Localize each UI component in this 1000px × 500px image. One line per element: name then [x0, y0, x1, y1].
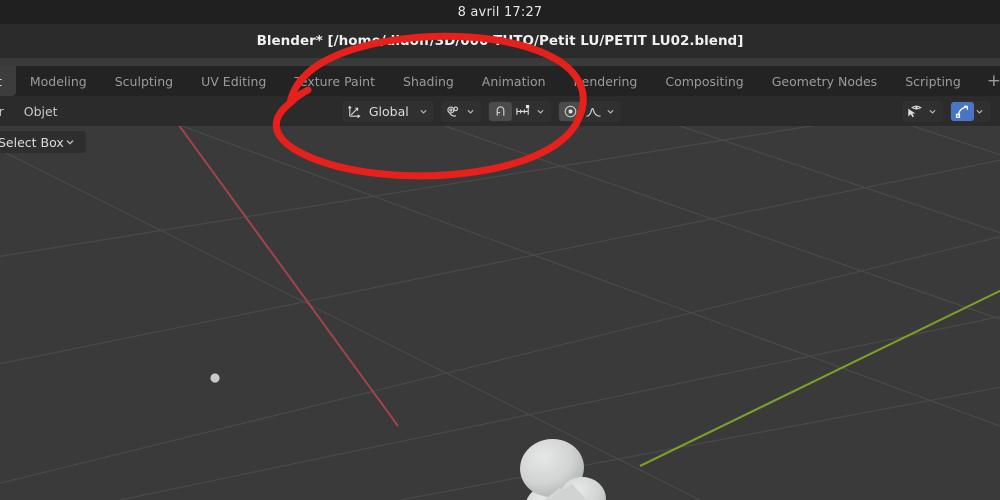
workspace-tab-geometry-nodes[interactable]: Geometry Nodes: [758, 66, 891, 96]
chevron-down-icon[interactable]: [927, 107, 942, 116]
x-axis-line: [178, 126, 399, 427]
menu-object[interactable]: Objet: [14, 104, 68, 119]
tab-label: Texture Paint: [294, 73, 376, 89]
menu-add[interactable]: ter: [0, 104, 14, 119]
workspace-tab-animation[interactable]: Animation: [468, 66, 560, 96]
gizmo-icon[interactable]: [951, 101, 975, 121]
transform-orientation-icon: [343, 102, 366, 121]
transform-orientation-value: Global: [368, 103, 409, 119]
chevron-down-icon[interactable]: [605, 107, 620, 116]
snapping-magnet-group[interactable]: [440, 100, 481, 122]
workspace-tab-compositing[interactable]: Compositing: [651, 66, 757, 96]
tab-label: Modeling: [29, 73, 87, 89]
snap-increment-icon[interactable]: [512, 102, 535, 121]
tab-label: UV Editing: [201, 73, 267, 89]
snap-magnet-toggle-icon[interactable]: [488, 101, 512, 121]
tab-label: Geometry Nodes: [771, 73, 878, 89]
add-workspace-button[interactable]: +: [975, 66, 1000, 96]
os-clock[interactable]: 8 avril 17:27: [458, 5, 543, 20]
smooth-falloff-icon[interactable]: [582, 102, 605, 121]
window-title-bar: Blender* [/home/didoff/3D/000 TUTO/Petit…: [0, 24, 1000, 58]
viewport-header: ter Objet Global: [0, 96, 1000, 126]
tool-header: Select Box: [0, 126, 1000, 158]
tab-label: Sculpting: [114, 73, 174, 89]
workspace-tab-shading[interactable]: Shading: [389, 66, 468, 96]
viewport-grid: [0, 126, 1000, 500]
transform-orientation-group[interactable]: Global: [341, 100, 434, 122]
workspace-tab-uv-editing[interactable]: UV Editing: [187, 66, 280, 96]
workspace-tab-sculpting[interactable]: Sculpting: [101, 66, 187, 96]
gizmo-group[interactable]: [950, 100, 991, 122]
window-title: Blender* [/home/didoff/3D/000 TUTO/Petit…: [256, 33, 744, 49]
biscuit-object: [520, 438, 606, 500]
workspace-tab-texture-paint[interactable]: Texture Paint: [280, 66, 389, 96]
3d-viewport[interactable]: [0, 126, 1000, 500]
os-status-bar: 8 avril 17:27: [0, 0, 1000, 24]
visibility-group[interactable]: [902, 100, 944, 122]
tab-label: Rendering: [573, 73, 638, 89]
chevron-down-icon[interactable]: [418, 107, 433, 116]
tab-label: Animation: [481, 73, 546, 89]
chevron-down-icon[interactable]: [465, 107, 480, 116]
tab-label: Compositing: [665, 73, 744, 89]
viewport-background: [0, 126, 1000, 500]
workspace-tab-rendering[interactable]: Rendering: [560, 66, 652, 96]
chevron-down-icon[interactable]: [974, 107, 989, 116]
active-tool-selector[interactable]: Select Box: [0, 131, 86, 153]
tab-label: Shading: [403, 73, 454, 89]
chevron-down-icon[interactable]: [64, 137, 80, 147]
proportional-editing-group[interactable]: [557, 100, 621, 122]
tab-label: yout: [0, 74, 2, 89]
workspace-tab-scripting[interactable]: Scripting: [891, 66, 975, 96]
active-tool-label: Select Box: [0, 134, 64, 150]
viewport-canvas: [0, 126, 1000, 500]
proportional-editing-icon[interactable]: [558, 101, 582, 121]
tab-label: Scripting: [905, 73, 961, 89]
workspace-tab-bar: yout Modeling Sculpting UV Editing Textu…: [0, 66, 1000, 96]
y-axis-line: [639, 289, 1000, 467]
visibility-selectability-icon[interactable]: [903, 102, 927, 121]
snap-settings-group[interactable]: [487, 100, 551, 122]
magnet-icon[interactable]: [442, 102, 465, 121]
workspace-tab-modeling[interactable]: Modeling: [16, 66, 101, 96]
plus-icon: +: [986, 70, 1000, 91]
workspace-tab-layout[interactable]: yout: [0, 66, 16, 96]
chevron-down-icon[interactable]: [535, 107, 550, 116]
origin-point: [210, 373, 220, 383]
